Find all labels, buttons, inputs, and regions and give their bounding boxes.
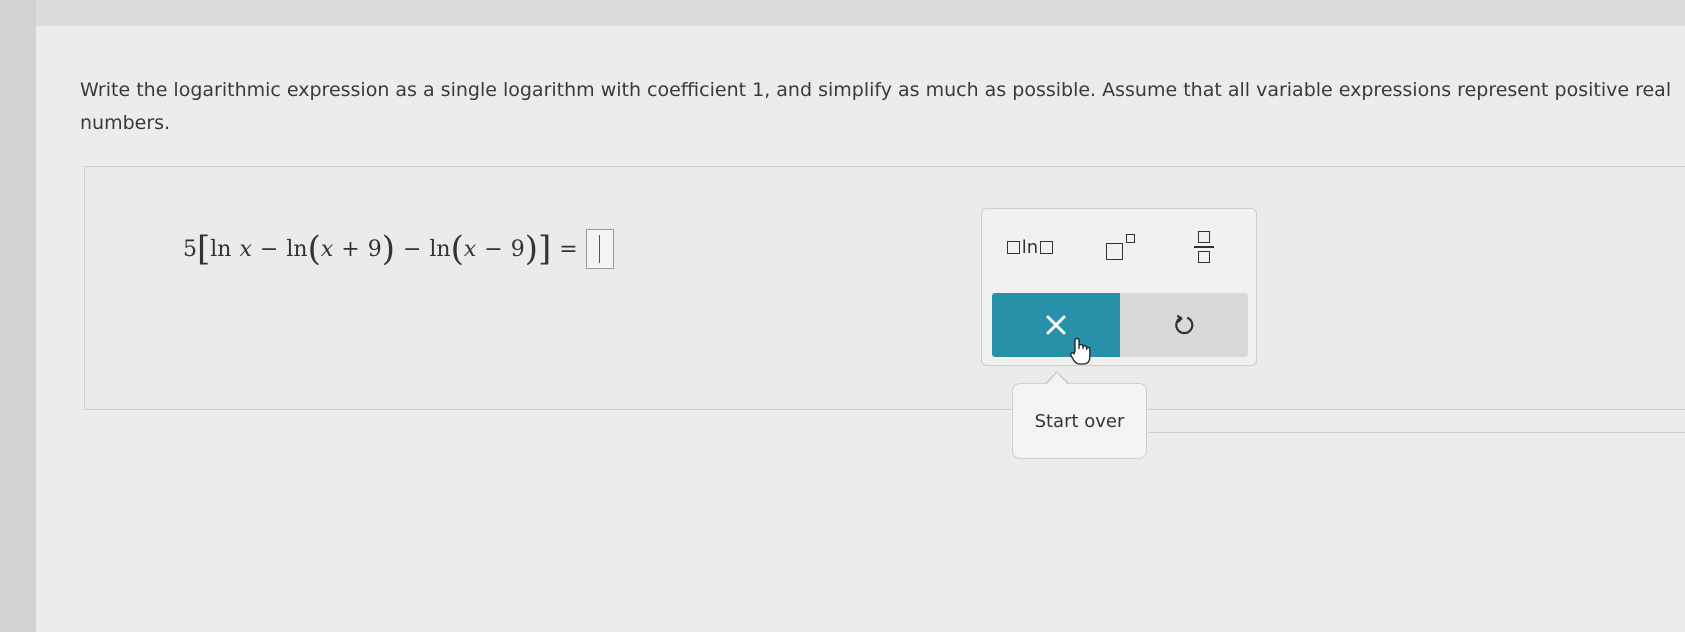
exponent-template-icon bbox=[1104, 232, 1138, 262]
text-cursor bbox=[598, 235, 601, 263]
divider-line bbox=[1148, 432, 1685, 433]
left-paren-1: ( bbox=[307, 229, 321, 269]
answer-input[interactable] bbox=[585, 229, 614, 269]
left-edge bbox=[0, 0, 36, 632]
plus-sign: + bbox=[341, 236, 360, 262]
math-palette: ln bbox=[981, 208, 1257, 366]
math-expression: 5 [ ln x − ln ( x + 9 ) − ln ( x − 9 ) ]… bbox=[183, 226, 614, 272]
right-paren-2: ) bbox=[524, 229, 538, 269]
question-text: Write the logarithmic expression as a si… bbox=[80, 79, 1672, 134]
var-x-3: x bbox=[463, 236, 477, 262]
right-paren-1: ) bbox=[381, 229, 395, 269]
minus-1: − bbox=[259, 236, 279, 262]
undo-button[interactable] bbox=[1120, 293, 1248, 357]
var-x-1: x bbox=[239, 236, 252, 262]
top-bar bbox=[36, 0, 1685, 26]
right-bracket: ] bbox=[538, 229, 552, 269]
minus-2: − bbox=[402, 236, 422, 262]
left-paren-2: ( bbox=[450, 229, 464, 269]
ln-3: ln bbox=[429, 236, 451, 262]
number-9-1: 9 bbox=[367, 236, 382, 262]
minus-3: − bbox=[484, 236, 503, 262]
x-icon bbox=[1046, 315, 1066, 335]
exponent-template-button[interactable] bbox=[1096, 229, 1146, 265]
var-x-2: x bbox=[320, 236, 334, 262]
fraction-template-button[interactable] bbox=[1182, 229, 1226, 265]
tooltip-text: Start over bbox=[1034, 410, 1125, 432]
start-over-button[interactable] bbox=[992, 293, 1120, 357]
hand-pointer-icon bbox=[1070, 337, 1091, 365]
left-bracket: [ bbox=[197, 229, 211, 269]
start-over-tooltip: Start over bbox=[1012, 383, 1147, 459]
ln-template-button[interactable]: ln bbox=[998, 229, 1062, 265]
answer-area bbox=[84, 166, 1685, 410]
coefficient: 5 bbox=[183, 236, 197, 262]
tooltip-arrow-fill bbox=[1046, 373, 1068, 385]
ln-2: ln bbox=[286, 236, 308, 262]
fraction-template-icon bbox=[1194, 231, 1214, 263]
ln-1: ln bbox=[210, 236, 232, 262]
equals-sign: = bbox=[559, 236, 578, 262]
ln-template-icon: ln bbox=[1006, 237, 1054, 258]
number-9-2: 9 bbox=[510, 236, 525, 262]
undo-icon bbox=[1175, 315, 1194, 335]
